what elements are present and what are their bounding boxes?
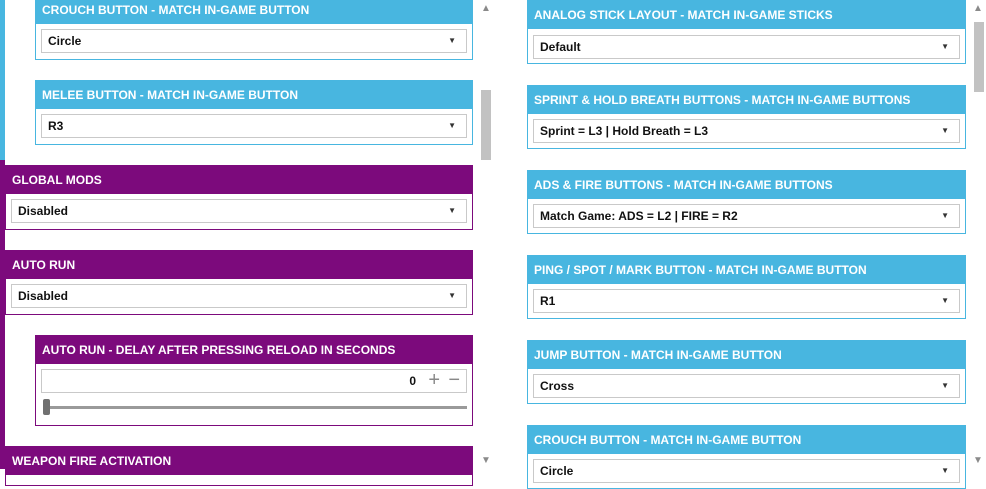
chevron-down-icon: ▼: [941, 211, 949, 220]
card-title: MELEE BUTTON - MATCH IN-GAME BUTTON: [36, 81, 472, 109]
card-title: SPRINT & HOLD BREATH BUTTONS - MATCH IN-…: [528, 86, 965, 114]
card-title: AUTO RUN - DELAY AFTER PRESSING RELOAD I…: [36, 336, 472, 364]
card-title: GLOBAL MODS: [6, 166, 472, 194]
auto-run-delay-card: AUTO RUN - DELAY AFTER PRESSING RELOAD I…: [35, 335, 473, 426]
crouch-button-dropdown-right[interactable]: Circle ▼: [533, 459, 960, 483]
left-edge-accent: [0, 0, 5, 469]
card-title: ADS & FIRE BUTTONS - MATCH IN-GAME BUTTO…: [528, 171, 965, 199]
dropdown-value: Cross: [540, 379, 575, 393]
ads-fire-card: ADS & FIRE BUTTONS - MATCH IN-GAME BUTTO…: [527, 170, 966, 234]
chevron-down-icon: ▼: [941, 42, 949, 51]
crouch-button-dropdown[interactable]: Circle ▼: [41, 29, 467, 53]
card-title: CROUCH BUTTON - MATCH IN-GAME BUTTON: [528, 426, 965, 454]
dropdown-value: Disabled: [18, 204, 69, 218]
ping-spot-mark-card: PING / SPOT / MARK BUTTON - MATCH IN-GAM…: [527, 255, 966, 319]
melee-button-dropdown[interactable]: R3 ▼: [41, 114, 467, 138]
auto-run-dropdown[interactable]: Disabled ▼: [11, 284, 467, 308]
global-mods-card: GLOBAL MODS Disabled ▼: [5, 165, 473, 230]
analog-stick-layout-dropdown[interactable]: Default ▼: [533, 35, 960, 59]
plus-icon[interactable]: +: [428, 367, 440, 393]
analog-stick-layout-card: ANALOG STICK LAYOUT - MATCH IN-GAME STIC…: [527, 0, 966, 64]
stepper-value: 0: [409, 374, 416, 388]
dropdown-value: Sprint = L3 | Hold Breath = L3: [540, 124, 709, 138]
chevron-down-icon: ▼: [448, 206, 456, 215]
weapon-fire-activation-card: WEAPON FIRE ACTIVATION: [5, 446, 473, 486]
auto-run-delay-stepper: 0 + −: [41, 369, 467, 393]
card-title: JUMP BUTTON - MATCH IN-GAME BUTTON: [528, 341, 965, 369]
dropdown-value: Circle: [540, 464, 574, 478]
chevron-down-icon: ▼: [941, 381, 949, 390]
sprint-hold-breath-dropdown[interactable]: Sprint = L3 | Hold Breath = L3 ▼: [533, 119, 960, 143]
crouch-button-card-left: CROUCH BUTTON - MATCH IN-GAME BUTTON Cir…: [35, 0, 473, 60]
global-mods-dropdown[interactable]: Disabled ▼: [11, 199, 467, 223]
chevron-down-icon: ▼: [941, 126, 949, 135]
jump-button-card: JUMP BUTTON - MATCH IN-GAME BUTTON Cross…: [527, 340, 966, 404]
dropdown-value: Match Game: ADS = L2 | FIRE = R2: [540, 209, 738, 223]
chevron-down-icon: ▼: [448, 36, 456, 45]
auto-run-delay-slider-handle[interactable]: [43, 399, 50, 415]
ping-spot-mark-dropdown[interactable]: R1 ▼: [533, 289, 960, 313]
dropdown-value: Default: [540, 40, 581, 54]
scrollbar-thumb-right[interactable]: [974, 22, 984, 92]
chevron-down-icon: ▼: [448, 291, 456, 300]
sprint-hold-breath-card: SPRINT & HOLD BREATH BUTTONS - MATCH IN-…: [527, 85, 966, 149]
dropdown-value: R1: [540, 294, 556, 308]
auto-run-card: AUTO RUN Disabled ▼: [5, 250, 473, 315]
minus-icon[interactable]: −: [448, 367, 460, 393]
scroll-up-arrow-left[interactable]: ▲: [481, 3, 491, 14]
dropdown-value: Disabled: [18, 289, 69, 303]
left-edge-cyan: [0, 0, 5, 170]
crouch-button-card-right: CROUCH BUTTON - MATCH IN-GAME BUTTON Cir…: [527, 425, 966, 489]
chevron-down-icon: ▼: [941, 466, 949, 475]
scroll-down-arrow-right[interactable]: ▼: [973, 455, 983, 466]
chevron-down-icon: ▼: [941, 296, 949, 305]
dropdown-value: Circle: [48, 34, 82, 48]
card-title: PING / SPOT / MARK BUTTON - MATCH IN-GAM…: [528, 256, 965, 284]
ads-fire-dropdown[interactable]: Match Game: ADS = L2 | FIRE = R2 ▼: [533, 204, 960, 228]
scroll-up-arrow-right[interactable]: ▲: [973, 3, 983, 14]
auto-run-delay-slider-track[interactable]: [43, 406, 467, 409]
card-title: WEAPON FIRE ACTIVATION: [6, 447, 472, 475]
chevron-down-icon: ▼: [448, 121, 456, 130]
dropdown-value: R3: [48, 119, 64, 133]
card-title: ANALOG STICK LAYOUT - MATCH IN-GAME STIC…: [528, 1, 965, 29]
card-title: CROUCH BUTTON - MATCH IN-GAME BUTTON: [36, 0, 472, 24]
scroll-down-arrow-left[interactable]: ▼: [481, 455, 491, 466]
scrollbar-thumb-left[interactable]: [481, 90, 491, 160]
jump-button-dropdown[interactable]: Cross ▼: [533, 374, 960, 398]
melee-button-card: MELEE BUTTON - MATCH IN-GAME BUTTON R3 ▼: [35, 80, 473, 145]
card-title: AUTO RUN: [6, 251, 472, 279]
